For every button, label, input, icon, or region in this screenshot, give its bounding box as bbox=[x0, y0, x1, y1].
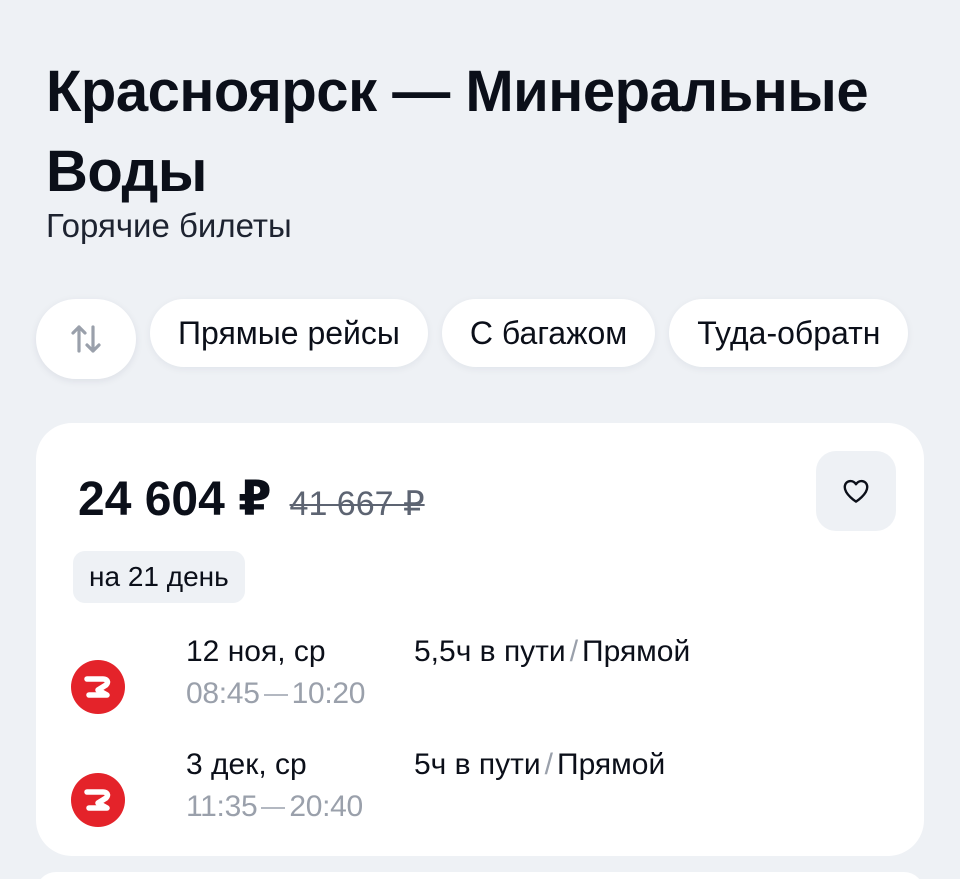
time-separator bbox=[261, 807, 286, 810]
page: Красноярск — Минеральные Воды Горячие би… bbox=[0, 0, 960, 879]
travel-time: 5,5ч в пути bbox=[414, 635, 566, 668]
filter-chip-direct[interactable]: Прямые рейсы bbox=[150, 299, 428, 367]
filter-chip-round-trip[interactable]: Туда-обратн bbox=[669, 299, 909, 367]
flight-segment: 3 дек, ср 11:35 20:40 5ч в пути / Прямой bbox=[70, 748, 890, 838]
segment-times: 11:35 20:40 bbox=[186, 790, 363, 824]
segment-date: 12 ноя, ср bbox=[186, 635, 326, 668]
segment-date: 3 дек, ср bbox=[186, 748, 307, 781]
filter-bar: Прямые рейсы С багажом Туда-обратн bbox=[36, 299, 909, 379]
flight-segment: 12 ноя, ср 08:45 10:20 5,5ч в пути / Прямой bbox=[70, 635, 890, 725]
segment-info: 5,5ч в пути / Прямой bbox=[414, 635, 691, 668]
time-separator bbox=[263, 694, 288, 697]
segment-times: 08:45 10:20 bbox=[186, 677, 365, 711]
ticket-old-price: 41 667 ₽ bbox=[289, 485, 425, 523]
arrive-time: 20:40 bbox=[289, 790, 363, 823]
page-title: Красноярск — Минеральные Воды bbox=[46, 59, 869, 204]
page-subtitle: Горячие билеты bbox=[46, 207, 292, 244]
trip-duration-badge: на 21 день bbox=[73, 551, 245, 603]
sort-arrows-icon bbox=[71, 325, 101, 353]
depart-time: 11:35 bbox=[186, 790, 258, 823]
segment-info: 5ч в пути / Прямой bbox=[414, 748, 666, 781]
travel-time: 5ч в пути bbox=[414, 748, 541, 781]
depart-time: 08:45 bbox=[186, 677, 260, 710]
heart-icon bbox=[843, 479, 869, 503]
sort-button[interactable] bbox=[36, 299, 136, 379]
next-ticket-card[interactable] bbox=[36, 872, 924, 879]
ticket-price: 24 604 ₽ bbox=[78, 473, 272, 526]
price-row: 24 604 ₽ 41 667 ₽ bbox=[78, 471, 425, 527]
favorite-button[interactable] bbox=[816, 451, 896, 531]
arrive-time: 10:20 bbox=[291, 677, 366, 710]
flight-type: Прямой bbox=[582, 635, 691, 668]
flight-type: Прямой bbox=[557, 748, 666, 781]
filter-chip-baggage[interactable]: С багажом bbox=[441, 299, 656, 367]
airline-logo-icon bbox=[71, 773, 125, 827]
ticket-card[interactable]: 24 604 ₽ 41 667 ₽ на 21 день 12 ноя, ср … bbox=[36, 423, 924, 856]
airline-logo-icon bbox=[71, 660, 125, 714]
